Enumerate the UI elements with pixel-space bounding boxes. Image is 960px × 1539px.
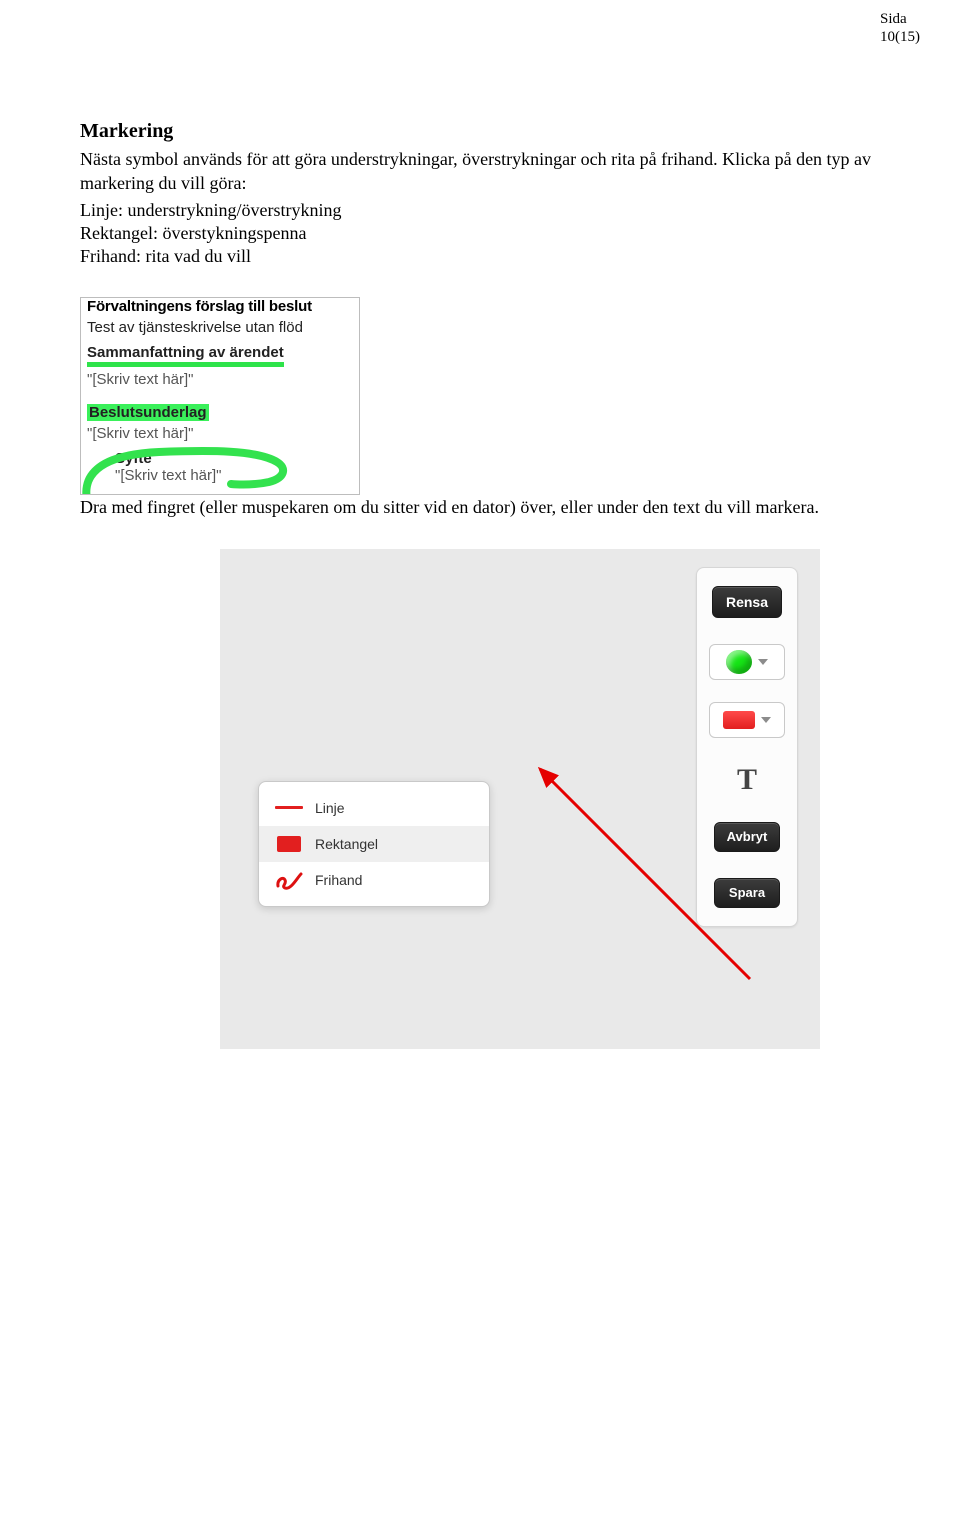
shape-picker-button[interactable]	[709, 702, 785, 738]
text-tool-button[interactable]: T	[709, 760, 785, 800]
page-header-label: Sida	[880, 10, 920, 28]
save-button-label: Spara	[729, 885, 765, 900]
list-item: Rektangel: överstykningspenna	[80, 223, 880, 244]
shape-swatch-red-icon	[723, 711, 755, 729]
placeholder-text: "[Skriv text här]"	[87, 371, 359, 388]
placeholder-text: "[Skriv text här]"	[115, 467, 359, 484]
heading-syfte: Syfte	[115, 450, 359, 467]
heading-highlighted: Beslutsunderlag	[87, 404, 359, 421]
list-item: Linje: understrykning/överstrykning	[80, 200, 880, 221]
rectangle-icon	[273, 834, 305, 854]
markup-type-list: Linje: understrykning/överstrykning Rekt…	[80, 200, 880, 267]
clear-button-label: Rensa	[726, 594, 768, 610]
page-number: 10(15)	[880, 28, 920, 46]
popup-item-label: Frihand	[315, 872, 362, 888]
popup-item-line[interactable]: Linje	[259, 790, 489, 826]
line-icon	[273, 798, 305, 818]
freehand-icon	[273, 870, 305, 890]
color-swatch-green-icon	[726, 650, 752, 674]
heading-highlighted-text: Beslutsunderlag	[87, 404, 209, 421]
truncated-heading: Förvaltningens förslag till beslut	[87, 298, 355, 315]
cancel-button[interactable]: Avbryt	[714, 822, 780, 852]
text-tool-label: T	[737, 763, 757, 797]
example-screenshot-2: Rensa T Avbryt Spara	[220, 549, 820, 1049]
annotation-toolbar: Rensa T Avbryt Spara	[696, 567, 798, 927]
popup-item-label: Linje	[315, 800, 345, 816]
chevron-down-icon	[758, 659, 768, 665]
instruction-paragraph: Dra med fingret (eller muspekaren om du …	[80, 495, 880, 519]
popup-item-label: Rektangel	[315, 836, 378, 852]
popup-item-freehand[interactable]: Frihand	[259, 862, 489, 898]
section-title: Markering	[80, 120, 880, 143]
shape-type-popup: Linje Rektangel Frihand	[258, 781, 490, 907]
list-item: Frihand: rita vad du vill	[80, 246, 880, 267]
example-screenshot-1: Förvaltningens förslag till beslut Test …	[80, 297, 360, 495]
heading-underlined-text: Sammanfattning av ärendet	[87, 344, 284, 367]
heading-underlined: Sammanfattning av ärendet	[87, 344, 359, 367]
save-button[interactable]: Spara	[714, 878, 780, 908]
placeholder-text: "[Skriv text här]"	[87, 425, 359, 442]
popup-item-rectangle[interactable]: Rektangel	[259, 826, 489, 862]
color-picker-button[interactable]	[709, 644, 785, 680]
chevron-down-icon	[761, 717, 771, 723]
body-line: Test av tjänsteskrivelse utan flöd	[87, 319, 359, 336]
intro-paragraph: Nästa symbol används för att göra unders…	[80, 147, 880, 196]
clear-button[interactable]: Rensa	[712, 586, 782, 618]
page-header: Sida 10(15)	[880, 10, 920, 46]
freehand-circle-group: Syfte "[Skriv text här]"	[87, 450, 359, 484]
document-page: Sida 10(15) Markering Nästa symbol använ…	[0, 0, 960, 1109]
cancel-button-label: Avbryt	[727, 829, 768, 844]
